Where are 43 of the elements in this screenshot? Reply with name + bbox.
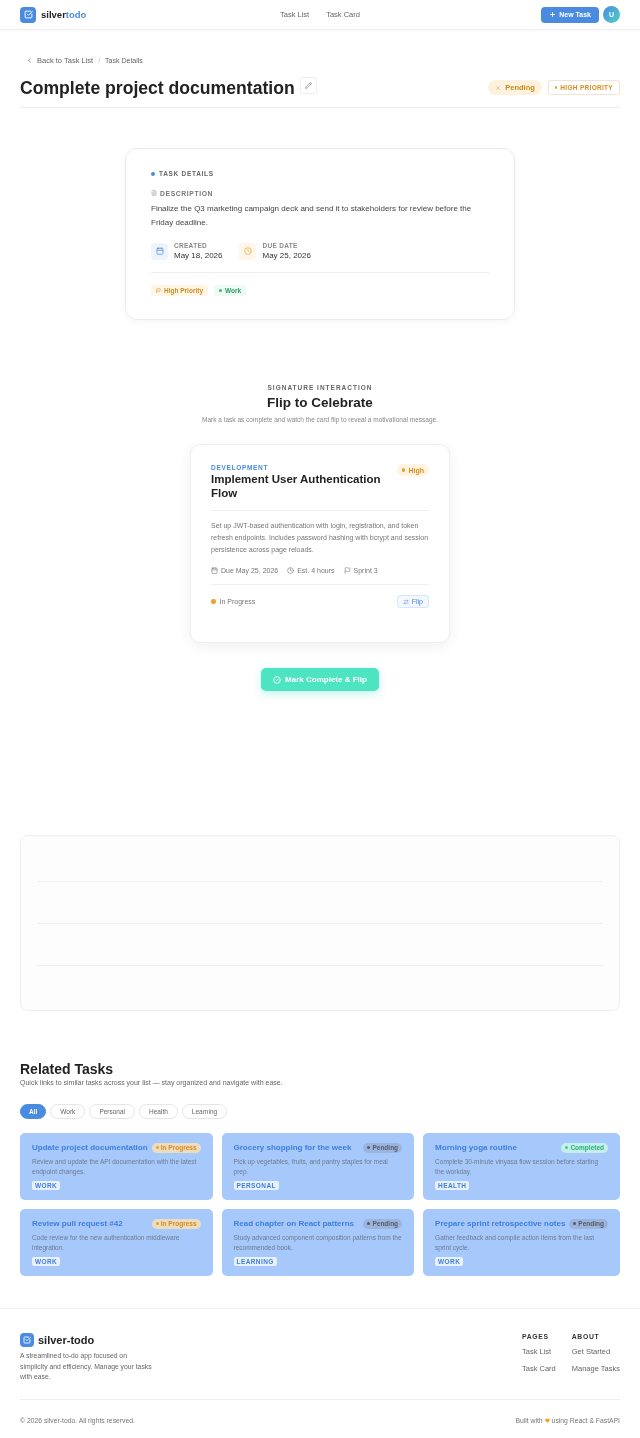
brand-name[interactable]: silvertodo	[41, 9, 87, 20]
status-dot-icon	[367, 1146, 371, 1149]
task-card-title: Prepare sprint retrospective notes	[435, 1219, 566, 1228]
task-card-title: Morning yoga routine	[435, 1143, 517, 1152]
flag-icon	[156, 288, 161, 293]
clock-icon	[239, 242, 257, 260]
meta-value: May 25, 2026	[262, 251, 311, 260]
card-title: Implement User Authentication Flow	[211, 472, 382, 500]
task-title: Complete project documentation	[20, 77, 295, 99]
meta-value: May 18, 2026	[174, 251, 223, 260]
section-title: Flip to Celebrate	[267, 395, 373, 411]
status-dot-icon	[573, 1222, 577, 1225]
dot-icon	[219, 289, 222, 292]
document-icon	[151, 190, 157, 196]
chevron-left-icon	[26, 56, 33, 64]
dot-icon	[554, 86, 558, 89]
swap-icon	[402, 598, 409, 605]
description-text: Finalize the Q3 marketing campaign deck and send it to stakeholders for review before the Friday deadline.	[151, 203, 473, 229]
plus-icon	[549, 11, 557, 18]
check-circle-icon	[273, 675, 282, 684]
clock-icon	[287, 566, 295, 574]
task-card-title: Review pull request #42	[32, 1219, 123, 1228]
logo-icon[interactable]	[20, 6, 36, 23]
heart-icon	[544, 1418, 550, 1423]
dot-icon	[401, 468, 406, 472]
task-card-title: Read chapter on React patterns	[233, 1219, 354, 1228]
task-card-title: Grocery shopping for the week	[233, 1143, 352, 1152]
task-card-title: Update project documentation	[32, 1143, 148, 1152]
pencil-icon	[304, 82, 312, 89]
logo-icon	[20, 1333, 34, 1347]
brand-name: silver-todo	[38, 1334, 95, 1346]
flag-icon	[343, 566, 351, 574]
status-dot-icon	[155, 1146, 159, 1149]
calendar-icon	[151, 242, 168, 260]
status-dot-icon	[155, 1222, 159, 1225]
section-title: Related Tasks	[20, 1061, 115, 1078]
edit-button[interactable]	[299, 77, 317, 94]
status-dot-icon	[367, 1222, 371, 1225]
dot-icon	[151, 172, 155, 176]
status-dot-icon	[211, 599, 216, 604]
calendar-icon	[211, 566, 218, 574]
status-dot-icon	[565, 1146, 569, 1149]
cross-icon	[495, 84, 502, 91]
